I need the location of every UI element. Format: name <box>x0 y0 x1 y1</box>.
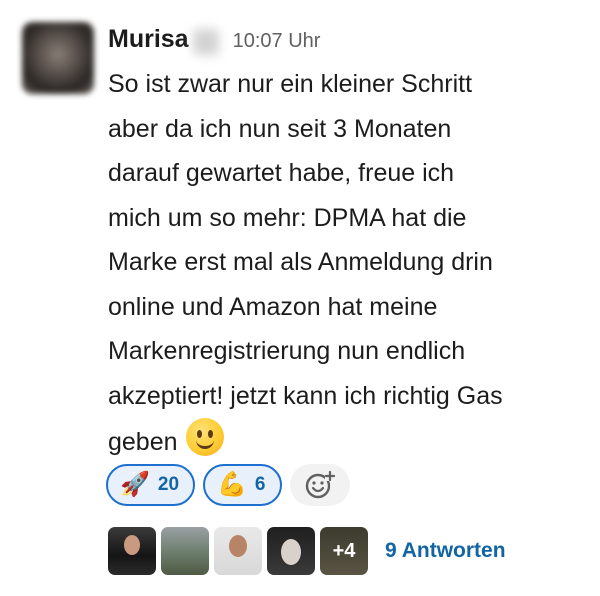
add-reaction-button[interactable] <box>289 464 350 506</box>
reaction-count: 20 <box>157 474 180 495</box>
rocket-icon: 🚀 <box>120 471 150 498</box>
reply-avatar[interactable] <box>108 527 156 575</box>
message-body: So ist zwar nur ein kleiner Schritt aber… <box>108 62 588 465</box>
author-name-redaction <box>192 29 219 55</box>
more-repliers-avatar[interactable]: +4 <box>320 527 368 575</box>
message-line: akzeptiert! jetzt kann ich richtig Gas <box>108 381 503 410</box>
author-name[interactable]: Murisa <box>108 25 189 54</box>
message-line: So ist zwar nur ein kleiner Schritt <box>108 70 473 98</box>
reaction-flexed-biceps[interactable]: 💪 6 <box>203 464 282 506</box>
message-line: Marke erst mal als Anmeldung drin <box>108 248 493 276</box>
more-repliers-count: +4 <box>332 539 356 562</box>
reply-avatar[interactable] <box>267 527 315 575</box>
message-line: darauf gewartet habe, freue ich <box>108 159 455 187</box>
message-line: aber da ich nun seit 3 Monaten <box>108 114 452 143</box>
message-line: Markenregistrierung nun endlich <box>108 337 466 365</box>
reactions-bar: 🚀 20 💪 6 <box>106 464 350 506</box>
reply-avatar[interactable] <box>161 527 209 575</box>
message-line: online und Amazon hat meine <box>108 292 438 321</box>
message-line: mich um so mehr: DPMA hat die <box>108 203 467 232</box>
message-line-last: geben <box>108 418 588 465</box>
flexed-biceps-icon: 💪 <box>217 471 247 498</box>
author-avatar[interactable] <box>22 22 94 94</box>
thread-replies[interactable]: +4 9 Antworten <box>108 527 506 575</box>
reply-avatar[interactable] <box>214 527 262 575</box>
message-timestamp[interactable]: 10:07 Uhr <box>233 30 321 53</box>
replies-link[interactable]: 9 Antworten <box>385 539 506 563</box>
message-line-text: geben <box>108 428 178 456</box>
add-emoji-icon <box>305 470 335 499</box>
message-header: Murisa 10:07 Uhr <box>108 25 320 59</box>
reaction-count: 6 <box>254 474 266 495</box>
reaction-rocket[interactable]: 🚀 20 <box>106 464 196 506</box>
slightly-smiling-face-icon <box>185 418 224 456</box>
